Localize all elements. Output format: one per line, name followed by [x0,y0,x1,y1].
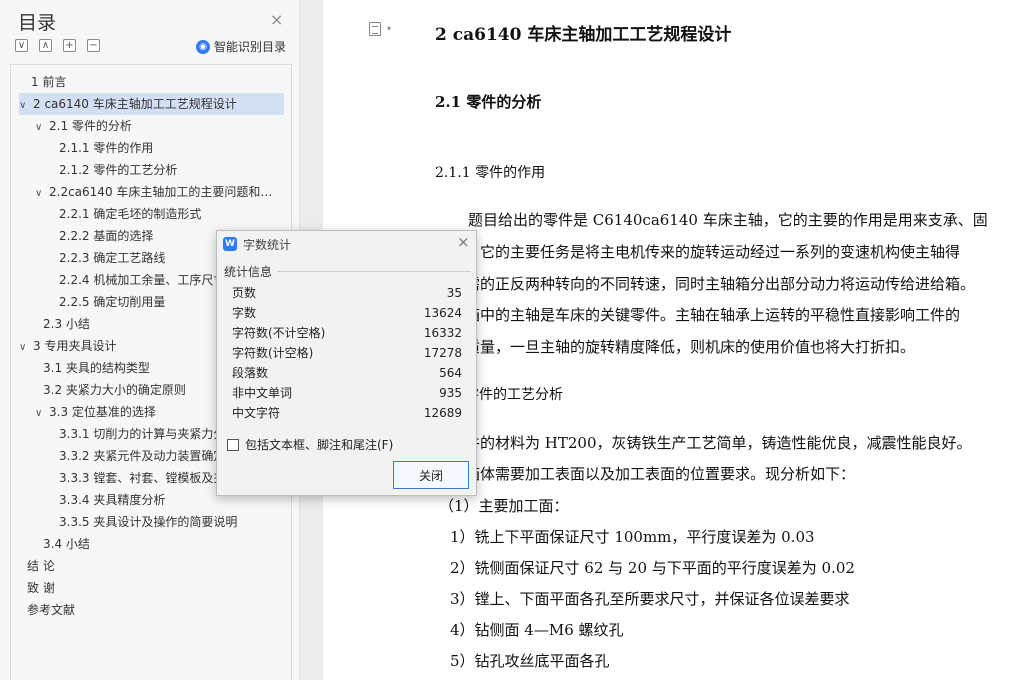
toc-item[interactable]: ∨ 2.2ca6140 车床主轴加工的主要问题和设计... [11,181,283,203]
toc-item[interactable]: 1 前言 [11,71,283,93]
stat-row: 字符数(计空格) 17278 [232,343,462,363]
toc-item-label: 1 前言 [31,75,67,89]
toc-item-label: 结 论 [27,559,55,573]
stat-value: 16332 [423,326,462,340]
checkbox-label: 包括文本框、脚注和尾注(F) [245,438,394,452]
toc-item-label: 2.2.1 确定毛坯的制造形式 [59,207,202,221]
close-icon[interactable]: × [457,233,470,251]
toc-item-label: 2.1.2 零件的工艺分析 [59,163,178,177]
stat-label: 字数 [232,306,257,320]
toc-item-label: 3.3.1 切削力的计算与夹紧力分析 [59,427,238,441]
toc-item-label: 3.3 定位基准的选择 [49,405,156,419]
chevron-down-icon[interactable]: ∨ [19,95,33,115]
paragraph-line[interactable]: 件的材料为 HT200，灰铸铁生产工艺简单，铸造性能优良，减震性能良好。 [465,432,972,453]
stat-row: 中文字符 12689 [232,403,462,423]
word-count-dialog: W 字数统计 × 统计信息 页数 35 字数 13624 字符数(不计空格) 16332 字… [216,230,477,496]
stat-row: 非中文单词 935 [232,383,462,403]
checkbox-box[interactable] [227,438,239,451]
toc-item[interactable]: 参考文献 [11,599,283,621]
list-item[interactable]: 1）铣上下平面保证尺寸 100mm，平行度误差为 0.03 [450,526,815,547]
stat-value: 12689 [423,406,462,420]
toc-item-label: 3.2 夹紧力大小的确定原则 [43,383,186,397]
ai-robot-icon: ◉ [196,39,210,54]
toc-item[interactable]: 2.2.1 确定毛坯的制造形式 [11,203,283,225]
stat-value: 564 [439,366,462,380]
heading-chapter-2[interactable]: 2 ca6140 车床主轴加工工艺规程设计 [435,20,731,45]
toc-item-label: 3 专用夹具设计 [33,339,117,353]
divider [277,271,471,272]
paragraph-line[interactable]: 箱体需要加工表面以及加工表面的位置要求。现分析如下： [465,463,855,484]
stat-row: 字数 13624 [232,303,462,323]
stat-value: 35 [446,286,462,300]
stat-value: 17278 [423,346,462,360]
stats-group-label: 统计信息 [224,265,273,279]
toc-item-label: 2.3 小结 [43,317,90,331]
smart-recognize-toc-button[interactable]: ◉ 智能识别目录 [196,38,286,55]
toc-item[interactable]: 3.4 小结 [11,533,283,555]
remove-heading-icon[interactable]: − [87,39,100,52]
wps-logo-icon: W [223,237,237,251]
toc-item[interactable]: 致 谢 [11,577,283,599]
collapse-all-icon[interactable]: ∨ [15,39,28,52]
close-button[interactable]: 关闭 [393,461,469,489]
list-item[interactable]: 4）钻侧面 4—M6 螺纹孔 [450,619,624,640]
dialog-title: 字数统计 [243,238,292,252]
smart-recognize-label: 智能识别目录 [214,40,287,54]
close-outline-icon[interactable]: × [270,10,283,29]
toc-item-label: 3.4 小结 [43,537,90,551]
paragraph-line[interactable]: 箱中的主轴是车床的关键零件。主轴在轴承上运转的平稳性直接影响工件的 [465,304,960,325]
toc-item-label: 3.3.5 夹具设计及操作的简要说明 [59,515,238,529]
list-item[interactable]: （1）主要加工面： [439,495,569,516]
stat-label: 字符数(计空格) [232,346,314,360]
toc-item[interactable]: ∨ 2.1 零件的分析 [11,115,283,137]
stat-label: 段落数 [232,366,269,380]
paragraph-line[interactable]: 质量，一旦主轴的旋转精度降低，则机床的使用价值也将大打折扣。 [465,336,915,357]
heading-2-1[interactable]: 2.1 零件的分析 [435,91,541,112]
stat-label: 非中文单词 [232,386,293,400]
toc-item-label: 2.2.3 确定工艺路线 [59,251,166,265]
paragraph-line[interactable]: 需的正反两种转向的不同转速，同时主轴箱分出部分动力将运动传给进给箱。 [465,273,975,294]
toc-item[interactable]: 2.1.1 零件的作用 [11,137,283,159]
chevron-down-icon[interactable]: ∨ [35,403,49,423]
stat-row: 页数 35 [232,283,462,303]
paragraph-line[interactable]: 题目给出的零件是 C6140ca6140 车床主轴，它的主要的作用是用来支承、固 [468,209,988,230]
list-item[interactable]: 2）铣侧面保证尺寸 62 与 20 与下平面的平行度误差为 0.02 [450,557,855,578]
toc-item-label: 3.3.4 夹具精度分析 [59,493,166,507]
toc-item-label: 2.1.1 零件的作用 [59,141,154,155]
chevron-down-icon[interactable]: ∨ [35,183,49,203]
paragraph-line[interactable]: ，它的主要任务是将主电机传来的旋转运动经过一系列的变速机构使主轴得 [465,241,960,262]
toc-item-label: 2 ca6140 车床主轴加工工艺规程设计 [33,97,237,111]
toc-item[interactable]: 2.1.2 零件的工艺分析 [11,159,283,181]
chevron-down-icon[interactable]: ∨ [35,117,49,137]
toc-item[interactable]: ∨ 2 ca6140 车床主轴加工工艺规程设计 [19,93,284,115]
stat-label: 中文字符 [232,406,281,420]
list-item[interactable]: 5）钻孔攻丝底平面各孔 [450,650,610,671]
stat-row: 字符数(不计空格) 16332 [232,323,462,343]
toc-item-label: 参考文献 [27,603,76,617]
include-textbox-checkbox[interactable]: 包括文本框、脚注和尾注(F) [227,436,393,453]
list-item[interactable]: 3）镗上、下面平面各孔至所要求尺寸，并保证各位误差要求 [450,588,850,609]
stat-value: 935 [439,386,462,400]
toc-item-label: 3.1 夹具的结构类型 [43,361,150,375]
toc-item-label: 2.2.5 确定切削用量 [59,295,166,309]
toc-item-label: 3.3.2 夹紧元件及动力装置确定 [59,449,226,463]
add-heading-icon[interactable]: + [63,39,76,52]
expand-up-icon[interactable]: ∧ [39,39,52,52]
toc-item[interactable]: 结 论 [11,555,283,577]
toc-item-label: 致 谢 [27,581,55,595]
heading-2-1-1[interactable]: 2.1.1 零件的作用 [435,162,545,182]
stat-row: 段落数 564 [232,363,462,383]
chevron-down-icon[interactable]: ∨ [19,337,33,357]
toc-item-label: 2.1 零件的分析 [49,119,132,133]
outline-title: 目录 [18,12,57,34]
paragraph-layout-icon[interactable] [369,22,381,36]
stat-label: 字符数(不计空格) [232,326,326,340]
toc-item-label: 2.2ca6140 车床主轴加工的主要问题和设计... [49,185,283,199]
toc-item-label: 2.2.2 基面的选择 [59,229,154,243]
chevron-down-icon[interactable]: ▾ [387,24,391,33]
heading-2-1-2[interactable]: 零件的工艺分析 [465,384,563,404]
stat-label: 页数 [232,286,257,300]
toc-item[interactable]: 3.3.5 夹具设计及操作的简要说明 [11,511,283,533]
stat-value: 13624 [423,306,462,320]
